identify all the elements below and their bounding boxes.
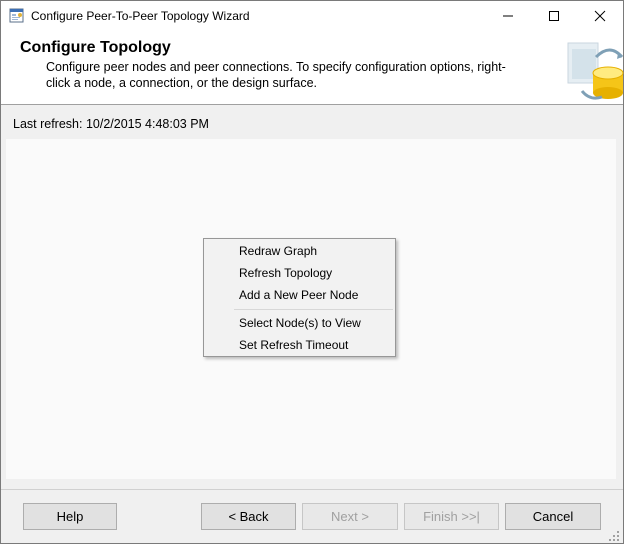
finish-button[interactable]: Finish >>| bbox=[404, 503, 499, 530]
window-title: Configure Peer-To-Peer Topology Wizard bbox=[31, 9, 250, 23]
minimize-icon bbox=[503, 15, 513, 17]
wizard-header: Configure Topology Configure peer nodes … bbox=[1, 31, 624, 105]
page-title: Configure Topology bbox=[20, 39, 171, 56]
last-refresh-label: Last refresh: 10/2/2015 4:48:03 PM bbox=[13, 117, 209, 131]
maximize-button[interactable] bbox=[531, 1, 577, 31]
menu-item-refresh-topology[interactable]: Refresh Topology bbox=[206, 262, 393, 284]
cancel-button[interactable]: Cancel bbox=[505, 503, 601, 530]
help-button[interactable]: Help bbox=[23, 503, 117, 530]
next-button[interactable]: Next > bbox=[302, 503, 398, 530]
menu-item-add-peer-node[interactable]: Add a New Peer Node bbox=[206, 284, 393, 306]
title-bar: Configure Peer-To-Peer Topology Wizard bbox=[1, 1, 623, 31]
menu-item-label: Refresh Topology bbox=[239, 266, 333, 280]
close-button[interactable] bbox=[577, 1, 623, 31]
menu-item-label: Select Node(s) to View bbox=[239, 316, 361, 330]
footer-separator bbox=[1, 489, 623, 490]
context-menu: Redraw Graph Refresh Topology Add a New … bbox=[203, 238, 396, 357]
database-topology-graphic bbox=[566, 39, 624, 101]
menu-item-redraw-graph[interactable]: Redraw Graph bbox=[206, 240, 393, 262]
resize-grip-icon[interactable] bbox=[607, 529, 621, 543]
wizard-window: Configure Peer-To-Peer Topology Wizard C… bbox=[0, 0, 624, 544]
menu-separator bbox=[234, 309, 393, 310]
back-button[interactable]: < Back bbox=[201, 503, 296, 530]
menu-item-label: Set Refresh Timeout bbox=[239, 338, 349, 352]
minimize-button[interactable] bbox=[485, 1, 531, 31]
menu-item-label: Add a New Peer Node bbox=[239, 288, 359, 302]
menu-item-set-refresh-timeout[interactable]: Set Refresh Timeout bbox=[206, 334, 393, 356]
page-description: Configure peer nodes and peer connection… bbox=[46, 60, 506, 90]
menu-item-label: Redraw Graph bbox=[239, 244, 318, 258]
close-icon bbox=[594, 10, 606, 22]
wizard-window-icon bbox=[9, 8, 25, 24]
maximize-icon bbox=[549, 11, 559, 21]
menu-item-select-nodes[interactable]: Select Node(s) to View bbox=[206, 312, 393, 334]
